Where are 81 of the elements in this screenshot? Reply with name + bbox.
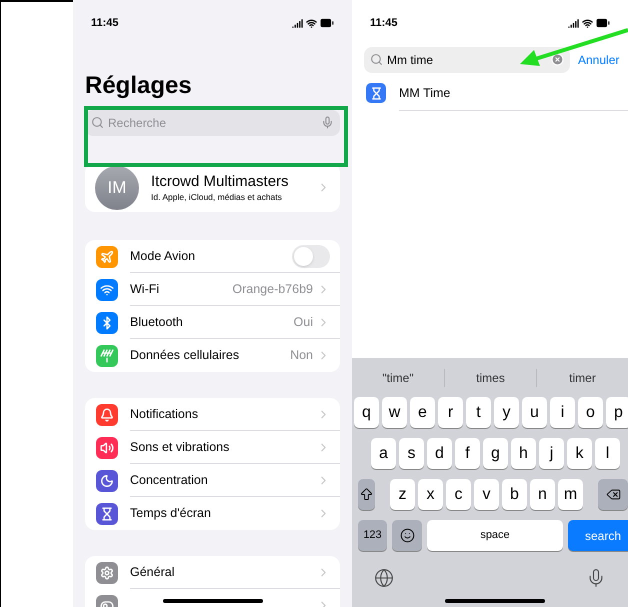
setting-value: Orange-b76b9 [232,280,313,298]
search-icon [370,53,383,66]
hourglass-icon [366,83,386,103]
smiley-icon [400,528,414,543]
setting-label: Données cellulaires [130,347,240,364]
key[interactable]: e [410,397,435,428]
space-key[interactable]: space [427,520,563,551]
battery-icon [596,16,610,30]
settings-row[interactable]: Général [85,556,340,589]
globe-icon[interactable] [374,568,394,588]
search-field[interactable]: Recherche [85,110,340,136]
settings-row[interactable]: Wi-Fi Orange-b76b9 [85,273,340,306]
setting-label: Général [130,564,174,581]
result-label: MM Time [399,75,628,111]
key[interactable]: y [494,397,519,428]
numbers-key[interactable]: 123 [358,520,387,551]
suggestion[interactable]: times [444,368,536,386]
key[interactable]: g [483,438,508,469]
toggle-switch[interactable] [292,244,330,268]
settings-row[interactable]: Mode Avion [85,240,340,273]
key[interactable]: c [446,479,471,510]
key[interactable]: i [550,397,575,428]
cancel-button[interactable]: Annuler [578,51,620,69]
key[interactable]: z [390,479,415,510]
status-time: 11:45 [91,16,119,31]
search-key[interactable]: search [568,520,628,551]
status-time: 11:45 [370,16,398,31]
key[interactable]: h [511,438,536,469]
key[interactable]: j [539,438,564,469]
setting-label: Bluetooth [130,314,183,331]
shift-key[interactable] [358,479,375,510]
wifi-icon [306,18,317,28]
key[interactable]: x [418,479,443,510]
key[interactable]: f [455,438,480,469]
signal-icon [568,18,579,28]
key[interactable]: p [606,397,628,428]
setting-value: Non [290,347,313,364]
search-result[interactable]: MM Time [352,75,628,111]
shift-icon [359,487,374,502]
settings-row[interactable]: Notifications [85,398,340,431]
settings-row[interactable]: Bluetooth Oui [85,306,340,339]
wifi-icon [582,18,593,28]
suggestion[interactable]: "time" [352,368,444,386]
page-title: Réglages [85,71,193,101]
avatar: IM [95,166,139,210]
profile-subtitle: Id. Apple, iCloud, médias et achats [151,190,283,202]
settings-row[interactable]: Temps d'écran [85,497,340,530]
key[interactable]: l [595,438,620,469]
setting-label: Sons et vibrations [130,438,230,456]
settings-row[interactable]: Sons et vibrations [85,431,340,464]
key[interactable]: q [354,397,379,428]
key[interactable]: r [438,397,463,428]
key[interactable]: o [578,397,603,428]
key[interactable]: w [382,397,407,428]
settings-row[interactable]: Données cellulaires Non [85,339,340,372]
backspace-icon [606,487,620,502]
key[interactable]: u [522,397,547,428]
emoji-key[interactable] [392,520,422,551]
profile-name: Itcrowd Multimasters [151,172,290,190]
setting-value: Oui [294,314,313,331]
key[interactable]: v [474,479,499,510]
key[interactable]: t [466,397,491,428]
key[interactable]: n [530,479,555,510]
search-icon [91,116,104,129]
delete-key[interactable] [598,479,628,510]
key[interactable]: a [371,438,396,469]
key[interactable]: m [558,479,583,510]
setting-label: Temps d'écran [130,505,211,522]
key[interactable]: b [502,479,527,510]
setting-label: Mode Avion [130,248,196,265]
battery-icon [320,16,334,30]
key[interactable]: k [567,438,592,469]
suggestion[interactable]: timer [536,368,628,386]
settings-row[interactable]: Concentration [85,464,340,497]
setting-label: Wi-Fi [130,280,160,298]
search-field[interactable]: Mm time [364,47,570,73]
setting-label: Concentration [130,472,208,489]
key[interactable]: d [427,438,452,469]
signal-icon [292,18,303,28]
setting-label: Notifications [130,406,198,423]
key[interactable]: s [399,438,424,469]
